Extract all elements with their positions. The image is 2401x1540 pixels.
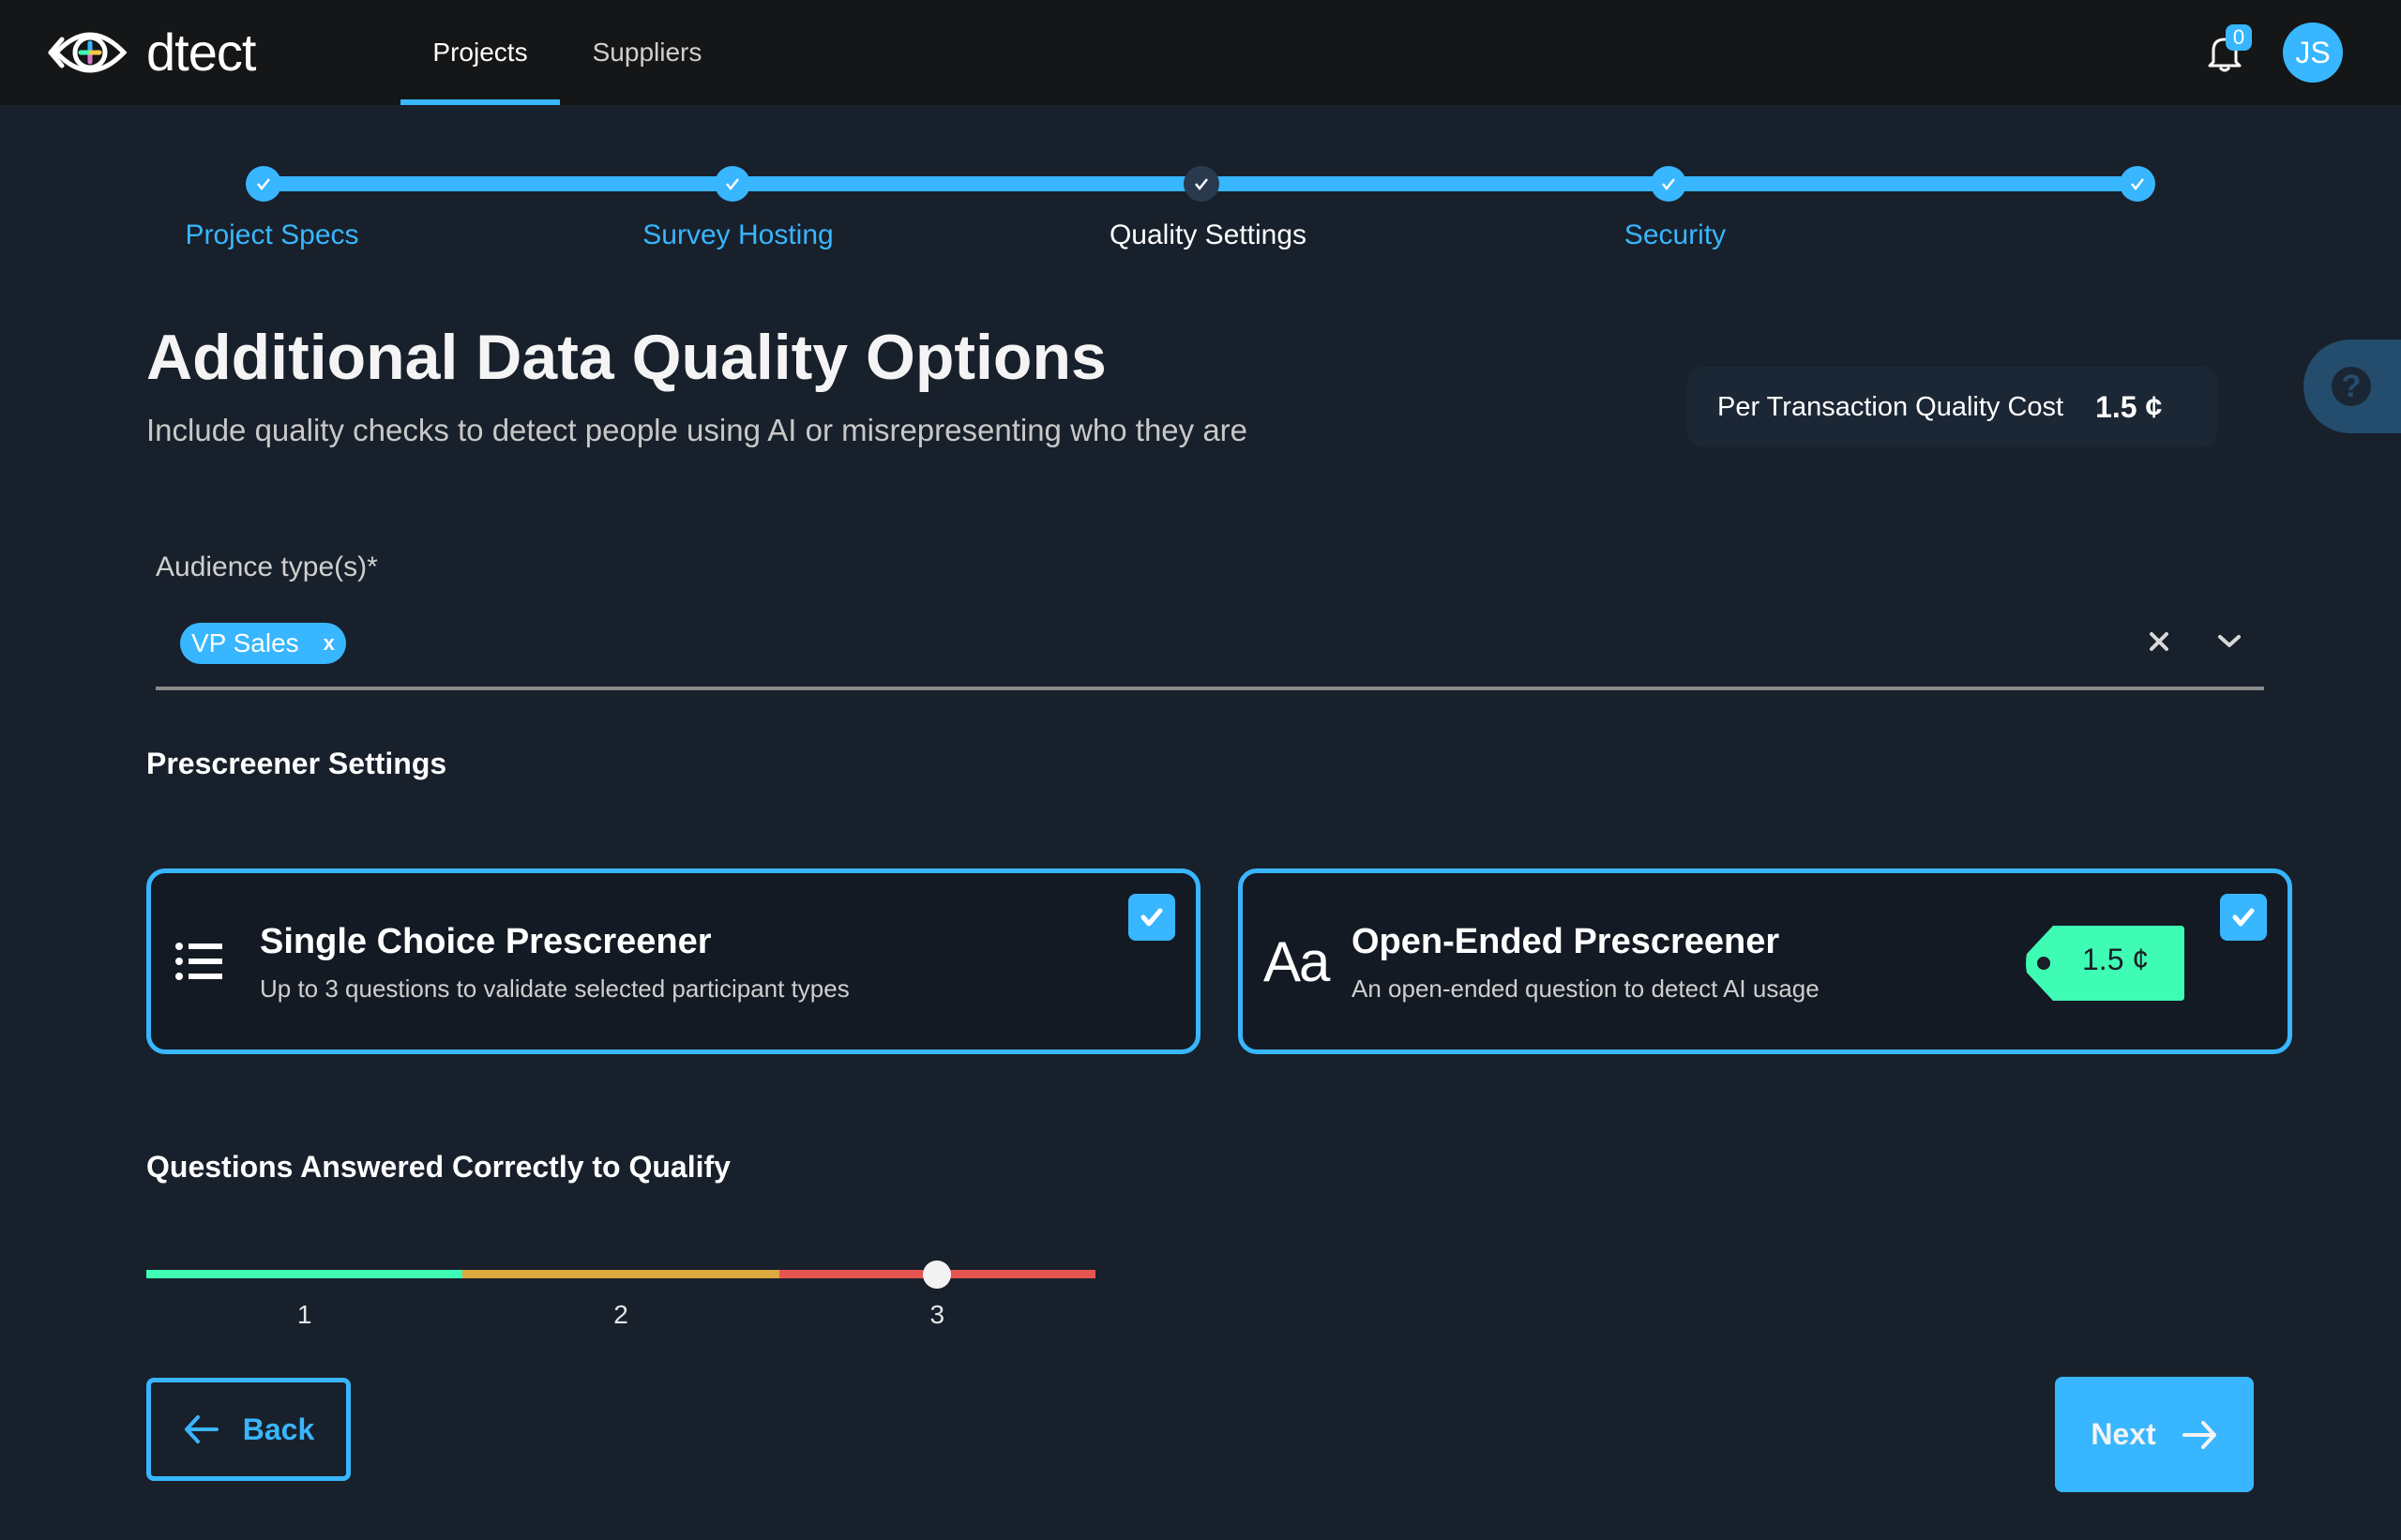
question-icon: ? bbox=[2332, 367, 2371, 406]
check-icon bbox=[1195, 178, 1208, 191]
check-icon bbox=[1140, 908, 1163, 927]
card-description: An open-ended question to detect AI usag… bbox=[1352, 974, 1820, 1003]
step-1-complete-indicator[interactable] bbox=[246, 166, 281, 202]
back-button-label: Back bbox=[242, 1412, 315, 1446]
card-description: Up to 3 questions to validate selected p… bbox=[260, 974, 850, 1003]
check-icon bbox=[2232, 908, 2255, 927]
qualify-section-title: Questions Answered Correctly to Qualify bbox=[146, 1150, 731, 1184]
brand-logo[interactable]: dtect bbox=[43, 23, 256, 82]
cost-value: 1.5 ¢ bbox=[2095, 389, 2163, 424]
arrow-right-icon bbox=[2182, 1420, 2216, 1449]
prescreener-section-title: Prescreener Settings bbox=[146, 747, 447, 780]
step-label-security[interactable]: Security bbox=[1624, 219, 1726, 251]
slider-segment-1 bbox=[146, 1270, 463, 1278]
user-avatar[interactable]: JS bbox=[2283, 23, 2343, 83]
check-icon bbox=[1662, 178, 1675, 191]
single-choice-checkbox[interactable] bbox=[1128, 894, 1175, 941]
step-label-survey-hosting[interactable]: Survey Hosting bbox=[642, 219, 833, 251]
eye-plus-logo-icon bbox=[48, 32, 128, 73]
step-3-current-indicator[interactable] bbox=[1184, 166, 1219, 202]
audience-chip: VP Sales x bbox=[180, 623, 346, 664]
audience-chip-label: VP Sales bbox=[191, 628, 299, 657]
chip-remove-icon[interactable]: x bbox=[324, 631, 335, 656]
check-icon bbox=[2131, 178, 2144, 191]
brand-name: dtect bbox=[146, 23, 256, 82]
list-icon bbox=[175, 943, 222, 980]
page-title: Additional Data Quality Options bbox=[146, 322, 1107, 393]
top-navigation-bar: dtect Projects Suppliers 0 JS bbox=[0, 0, 2401, 105]
notification-count-badge: 0 bbox=[2226, 24, 2252, 51]
clear-selection-icon[interactable] bbox=[2146, 628, 2172, 655]
slider-tick-label: 2 bbox=[613, 1300, 628, 1329]
slider-tick-label: 1 bbox=[296, 1300, 312, 1329]
help-button[interactable]: ? bbox=[2303, 340, 2401, 433]
qualify-slider-track[interactable] bbox=[146, 1270, 1095, 1278]
slider-tick-label: 3 bbox=[929, 1300, 945, 1329]
audience-type-label: Audience type(s)* bbox=[156, 551, 378, 582]
qualify-slider-thumb[interactable] bbox=[923, 1261, 952, 1289]
price-tag-value: 1.5 ¢ bbox=[2082, 943, 2150, 976]
chevron-down-icon[interactable] bbox=[2215, 632, 2243, 651]
step-label-project-specs[interactable]: Project Specs bbox=[185, 219, 358, 251]
check-icon bbox=[726, 178, 739, 191]
audience-input-underline bbox=[156, 687, 2264, 690]
check-icon bbox=[257, 178, 270, 191]
step-5-complete-indicator[interactable] bbox=[2120, 166, 2155, 202]
next-button-label: Next bbox=[2091, 1417, 2156, 1451]
single-choice-prescreener-card[interactable]: Single Choice Prescreener Up to 3 questi… bbox=[146, 868, 1200, 1054]
open-ended-checkbox[interactable] bbox=[2220, 894, 2267, 941]
step-2-complete-indicator[interactable] bbox=[715, 166, 750, 202]
next-button[interactable]: Next bbox=[2055, 1377, 2254, 1492]
transaction-cost-summary: Per Transaction Quality Cost 1.5 ¢ bbox=[1687, 367, 2217, 447]
step-label-quality-settings: Quality Settings bbox=[1109, 219, 1307, 250]
back-button[interactable]: Back bbox=[146, 1378, 351, 1481]
card-title: Open-Ended Prescreener bbox=[1352, 922, 1780, 961]
slider-segment-2 bbox=[462, 1270, 779, 1278]
step-4-complete-indicator[interactable] bbox=[1651, 166, 1686, 202]
nav-tab-suppliers[interactable]: Suppliers bbox=[581, 0, 713, 105]
nav-tab-projects[interactable]: Projects bbox=[400, 0, 560, 105]
arrow-left-icon bbox=[184, 1415, 219, 1443]
card-title: Single Choice Prescreener bbox=[260, 922, 712, 961]
page-subtitle: Include quality checks to detect people … bbox=[146, 413, 1248, 447]
text-aa-icon: Aa bbox=[1263, 930, 1330, 993]
open-ended-prescreener-card[interactable]: Aa Open-Ended Prescreener An open-ended … bbox=[1238, 868, 2292, 1054]
cost-label: Per Transaction Quality Cost bbox=[1717, 391, 2064, 422]
